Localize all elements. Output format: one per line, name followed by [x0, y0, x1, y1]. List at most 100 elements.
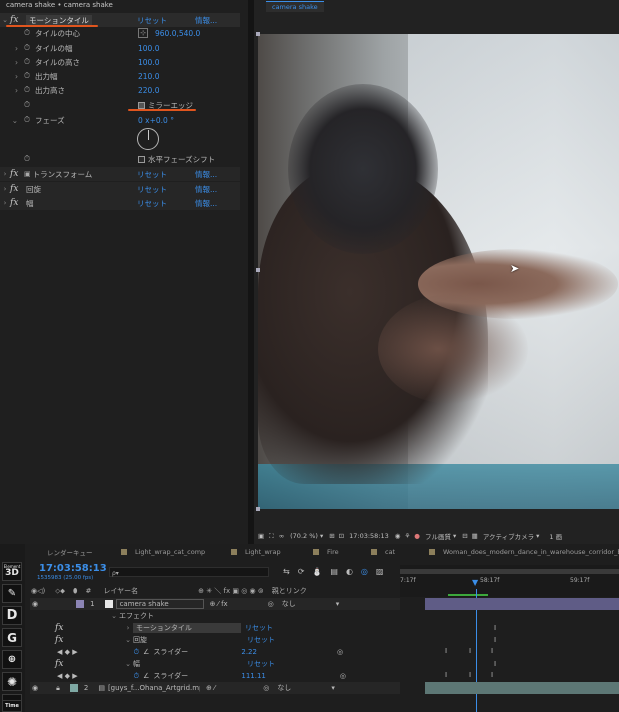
prop-value[interactable]: 100.0	[138, 58, 159, 67]
layer-bar-camera-shake[interactable]	[425, 598, 619, 610]
graph-icon[interactable]: ∠	[143, 672, 149, 680]
timeline-effect-rotate[interactable]: fx ⌄ 回旋 リセット	[55, 634, 424, 646]
stopwatch-icon[interactable]: ⏱	[22, 57, 32, 67]
zoom-dropdown-icon[interactable]: ▾	[320, 532, 323, 540]
reset-link[interactable]: リセット	[137, 15, 167, 26]
keyframe-nav-icon[interactable]: ◀ ◆ ▶	[57, 672, 78, 680]
view-count-value[interactable]: 1 画	[549, 531, 562, 541]
label-color-swatch[interactable]	[76, 600, 85, 608]
parent-value[interactable]: なし	[282, 599, 336, 609]
layer-row-camera-shake[interactable]: ◉ 1 camera shake ⊕ ⁄ fx ◎ なし ▾	[30, 598, 400, 610]
region-icon[interactable]: ⊡	[339, 532, 344, 540]
crosshair-icon[interactable]: ⊹	[138, 28, 148, 38]
snapshot-icon[interactable]: ◉	[395, 532, 401, 540]
tab-light-wrap-cat-comp[interactable]: Light_wrap_cat_comp	[121, 545, 205, 559]
viewer-handle-left-mid[interactable]	[256, 268, 260, 272]
effect-value[interactable]: リセット	[245, 623, 273, 633]
keyframe-marker[interactable]: I	[445, 647, 447, 655]
prop-output-width[interactable]: › ⏱ 出力幅 210.0	[0, 69, 240, 83]
timeline-effect-width[interactable]: fx ⌄ 幅 リセット	[55, 658, 424, 670]
prop-tile-width[interactable]: › ⏱ タイルの幅 100.0	[0, 41, 240, 55]
layer-row-footage[interactable]: ◉ 🔒︎ 2 ▤ [guys_f...Ohana_Artgrid.mp4] ⊕ …	[30, 682, 400, 694]
expand-arrow-icon[interactable]: ›	[0, 185, 10, 193]
draft-3d-icon[interactable]: ⟳	[298, 567, 305, 576]
tab-render-queue[interactable]: レンダーキュー	[47, 545, 93, 559]
timeline-effect-motion-tile[interactable]: fx › モーションタイル リセット	[55, 622, 424, 634]
keyframe-nav-icon[interactable]: ◀ ◆ ▶	[57, 648, 78, 656]
roi-icon[interactable]: ⊟	[462, 532, 467, 540]
effect-label[interactable]: 幅	[133, 659, 247, 669]
timeline-search[interactable]: ρ▾	[109, 567, 269, 577]
prop-tile-center[interactable]: ⏱ タイルの中心 ⊹ 960.0,540.0	[0, 26, 240, 40]
horizontal-phase-checkbox[interactable]	[138, 155, 145, 163]
fx-toggle-icon[interactable]: fx	[10, 169, 22, 179]
pickwhip-icon[interactable]: ◎	[268, 600, 274, 608]
element-3d-button[interactable]: Element 3D	[2, 562, 22, 581]
fx-toggle-icon[interactable]: fx	[55, 659, 67, 669]
time-button[interactable]: Time	[2, 700, 22, 712]
info-link[interactable]: 情報...	[195, 198, 217, 209]
effect-width-row[interactable]: › fx 幅 リセット 情報...	[0, 196, 240, 210]
camera-dropdown-icon[interactable]: ▾	[536, 532, 539, 540]
tab-light-wrap[interactable]: Light_wrap	[231, 545, 281, 559]
keyframe-marker[interactable]: I	[469, 647, 471, 655]
fx-toggle-icon[interactable]: fx	[10, 15, 22, 25]
viewer-handle-left[interactable]	[256, 32, 260, 36]
prop-value[interactable]: 100.0	[138, 44, 159, 53]
effects-group-row[interactable]: ⌄ エフェクト	[55, 610, 424, 622]
keyframe-marker[interactable]: I	[445, 671, 447, 679]
graph-icon[interactable]: ∠	[143, 648, 149, 656]
layer-name[interactable]: [guys_f...Ohana_Artgrid.mp4]	[108, 684, 200, 692]
prop-phase[interactable]: ⌄ ⏱ フェーズ 0 x+0.0 °	[0, 113, 240, 127]
effect-name[interactable]: 幅	[26, 198, 34, 209]
phase-dial[interactable]	[137, 128, 159, 150]
keyframe-marker[interactable]: I	[494, 636, 496, 644]
info-link[interactable]: 情報...	[195, 169, 217, 180]
comp-tab[interactable]: camera shake	[266, 1, 324, 12]
overlay-icon[interactable]: ∞	[279, 532, 284, 540]
collapse-arrow-icon[interactable]: ⌄	[0, 16, 10, 24]
reset-link[interactable]: リセット	[137, 198, 167, 209]
parent-dropdown-icon[interactable]: ▾	[336, 600, 340, 608]
effect-value[interactable]: リセット	[247, 659, 275, 669]
timeline-slider-1[interactable]: ◀ ◆ ▶ ⏱ ∠ スライダー 2.22 ◎	[55, 646, 424, 658]
zoom-value[interactable]: (70.2 %)	[290, 532, 318, 540]
stopwatch-icon[interactable]: ⏱	[22, 85, 32, 95]
graph-editor-icon[interactable]: ◎	[361, 567, 368, 576]
tab-label[interactable]: Fire	[327, 548, 339, 556]
viewer-handle-bottom[interactable]	[256, 507, 260, 511]
mask-icon[interactable]: ⛶	[269, 532, 274, 541]
work-area-bar[interactable]	[400, 569, 619, 574]
tab-label[interactable]: Light_wrap	[245, 548, 281, 556]
switch-icons[interactable]: ⊕ ⁄ fx	[210, 600, 228, 608]
pickwhip-icon[interactable]: ◎	[263, 684, 269, 692]
grid-icon[interactable]: ⊞	[329, 532, 334, 540]
prop-tile-height[interactable]: › ⏱ タイルの高さ 100.0	[0, 55, 240, 69]
visibility-icon[interactable]: ◉	[32, 684, 38, 692]
tab-cat[interactable]: cat	[371, 545, 395, 559]
show-snapshot-icon[interactable]: ⚘	[404, 532, 410, 540]
tab-label[interactable]: Light_wrap_cat_comp	[135, 548, 205, 556]
stopwatch-icon[interactable]: ⏱	[22, 28, 32, 38]
timeline-slider-2[interactable]: ◀ ◆ ▶ ⏱ ∠ スライダー 111.11 ◎	[55, 670, 424, 682]
label-col-icon[interactable]: ⬮	[73, 587, 77, 596]
keyframe-marker[interactable]: I	[494, 660, 496, 668]
keyframe-marker[interactable]: I	[491, 647, 493, 655]
lock-icon[interactable]: 🔒︎	[56, 684, 60, 693]
info-link[interactable]: 情報...	[195, 15, 217, 26]
layer-name-header[interactable]: レイヤー名	[103, 586, 138, 596]
label-color-swatch[interactable]	[69, 684, 78, 692]
tab-woman-dance[interactable]: Woman_does_modern_dance_in_warehouse_cor…	[429, 545, 619, 559]
quality-value[interactable]: フル画質	[425, 531, 451, 541]
collapse-arrow-icon[interactable]: ⌄	[123, 660, 133, 668]
effect-value[interactable]: リセット	[247, 635, 275, 645]
effect-name[interactable]: 回旋	[26, 184, 41, 195]
prop-horizontal-phase[interactable]: ⏱ 水平フェーズシフト	[0, 152, 240, 166]
effect-name[interactable]: モーションタイル	[26, 14, 92, 26]
tab-fire[interactable]: Fire	[313, 545, 339, 559]
stopwatch-icon[interactable]: ⏱	[22, 71, 32, 81]
fx-toggle-icon[interactable]: fx	[10, 198, 22, 208]
viewer-canvas[interactable]: ➤	[258, 34, 619, 509]
g-script-button[interactable]: G	[2, 628, 22, 647]
keyframe-marker[interactable]: I	[469, 671, 471, 679]
